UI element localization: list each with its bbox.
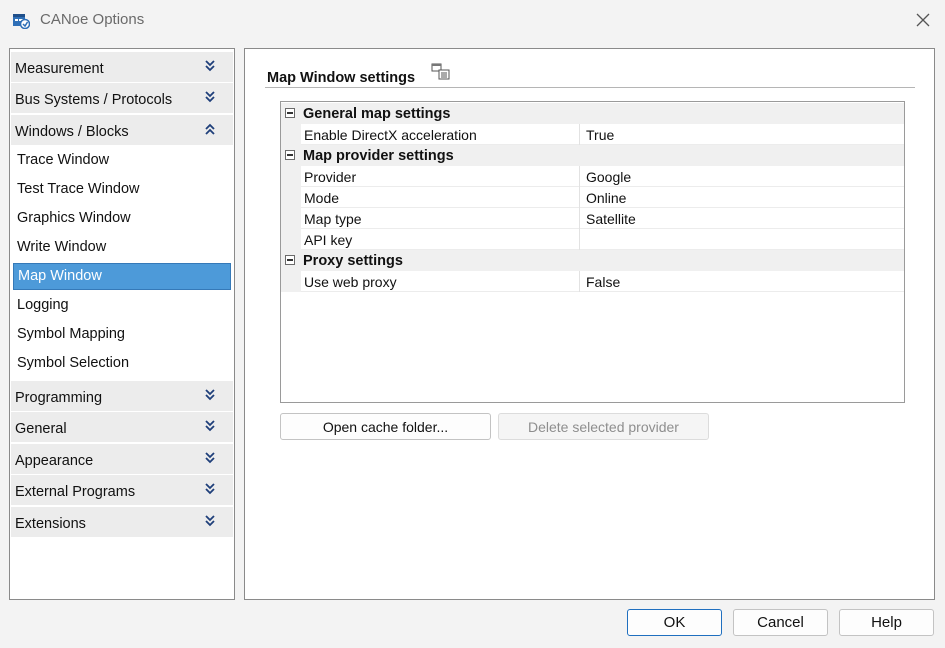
nav-item-label: Write Window (17, 239, 107, 255)
chevron-double-down-icon (205, 91, 215, 103)
property-name: Provider (304, 169, 357, 185)
property-row-api-key[interactable]: API key (281, 229, 904, 250)
property-row-directx[interactable]: Enable DirectX acceleration True (281, 124, 904, 145)
property-value[interactable]: False (586, 274, 620, 290)
property-row-map-type[interactable]: Map type Satellite (281, 208, 904, 229)
options-navigation: Measurement Bus Systems / Protocols Wind… (9, 48, 235, 600)
nav-item-label: Map Window (18, 268, 102, 284)
title-divider (265, 87, 915, 88)
column-separator (579, 166, 580, 187)
help-button[interactable]: Help (839, 609, 934, 636)
nav-group-windows-blocks[interactable]: Windows / Blocks (11, 115, 233, 145)
settings-content-panel: Map Window settings General map settings… (244, 48, 935, 600)
ok-button[interactable]: OK (627, 609, 722, 636)
close-button[interactable] (908, 6, 938, 34)
chevron-double-down-icon (205, 389, 215, 401)
canoe-app-icon (13, 14, 30, 29)
chevron-double-down-icon (205, 515, 215, 527)
property-name: Enable DirectX acceleration (304, 127, 477, 143)
nav-group-measurement[interactable]: Measurement (11, 52, 233, 82)
collapse-icon[interactable] (285, 150, 295, 160)
nav-group-bus-systems[interactable]: Bus Systems / Protocols (11, 83, 233, 113)
column-separator (579, 229, 580, 250)
property-name: Use web proxy (304, 274, 397, 290)
chevron-double-down-icon (205, 420, 215, 432)
close-icon (916, 13, 930, 27)
nav-item-trace-window[interactable]: Trace Window (11, 147, 233, 174)
nav-item-symbol-selection[interactable]: Symbol Selection (11, 350, 233, 377)
property-value[interactable]: Satellite (586, 211, 636, 227)
title-bar: CANoe Options (0, 0, 945, 40)
nav-group-appearance[interactable]: Appearance (11, 444, 233, 474)
section-label: Proxy settings (303, 253, 403, 269)
nav-group-general[interactable]: General (11, 412, 233, 442)
nav-item-test-trace-window[interactable]: Test Trace Window (11, 176, 233, 203)
window-settings-icon (431, 63, 450, 80)
property-name: API key (304, 232, 353, 248)
nav-group-label: Extensions (15, 516, 86, 532)
delete-selected-provider-button[interactable]: Delete selected provider (498, 413, 709, 440)
nav-group-label: Appearance (15, 453, 94, 469)
chevron-double-down-icon (205, 452, 215, 464)
collapse-icon[interactable] (285, 255, 295, 265)
property-row-provider[interactable]: Provider Google (281, 166, 904, 187)
column-separator (579, 208, 580, 229)
column-separator (579, 271, 580, 292)
section-proxy-settings[interactable]: Proxy settings (281, 250, 904, 271)
nav-item-label: Trace Window (17, 152, 110, 168)
nav-item-symbol-mapping[interactable]: Symbol Mapping (11, 321, 233, 348)
nav-group-label: Bus Systems / Protocols (15, 92, 173, 108)
nav-item-label: Graphics Window (17, 210, 131, 226)
property-name: Mode (304, 190, 340, 206)
collapse-icon[interactable] (285, 108, 295, 118)
section-label: Map provider settings (303, 148, 454, 164)
nav-item-map-window[interactable]: Map Window (13, 263, 231, 290)
window-title: CANoe Options (40, 11, 145, 28)
column-separator (579, 124, 580, 145)
nav-group-label: Windows / Blocks (15, 124, 129, 140)
nav-item-logging[interactable]: Logging (11, 292, 233, 319)
property-row-use-web-proxy[interactable]: Use web proxy False (281, 271, 904, 292)
property-row-mode[interactable]: Mode Online (281, 187, 904, 208)
chevron-double-up-icon (205, 123, 215, 135)
property-value[interactable]: Google (586, 169, 631, 185)
chevron-double-down-icon (205, 483, 215, 495)
nav-group-external-programs[interactable]: External Programs (11, 475, 233, 505)
nav-group-programming[interactable]: Programming (11, 381, 233, 411)
property-grid[interactable]: General map settings Enable DirectX acce… (280, 101, 905, 403)
page-title: Map Window settings (267, 70, 416, 86)
section-general-map-settings[interactable]: General map settings (281, 103, 904, 124)
nav-item-label: Symbol Mapping (17, 326, 125, 342)
nav-item-label: Test Trace Window (17, 181, 140, 197)
nav-group-label: Programming (15, 390, 103, 406)
cancel-button[interactable]: Cancel (733, 609, 828, 636)
property-value[interactable]: True (586, 127, 614, 143)
nav-group-label: External Programs (15, 484, 136, 500)
nav-item-label: Symbol Selection (17, 355, 130, 371)
nav-item-label: Logging (17, 297, 69, 313)
property-name: Map type (304, 211, 362, 227)
chevron-double-down-icon (205, 60, 215, 72)
open-cache-folder-button[interactable]: Open cache folder... (280, 413, 491, 440)
nav-group-label: Measurement (15, 61, 104, 77)
nav-item-graphics-window[interactable]: Graphics Window (11, 205, 233, 232)
nav-group-extensions[interactable]: Extensions (11, 507, 233, 537)
nav-group-label: General (15, 421, 67, 437)
section-map-provider-settings[interactable]: Map provider settings (281, 145, 904, 166)
section-label: General map settings (303, 106, 451, 122)
property-value[interactable]: Online (586, 190, 626, 206)
column-separator (579, 187, 580, 208)
nav-item-write-window[interactable]: Write Window (11, 234, 233, 261)
